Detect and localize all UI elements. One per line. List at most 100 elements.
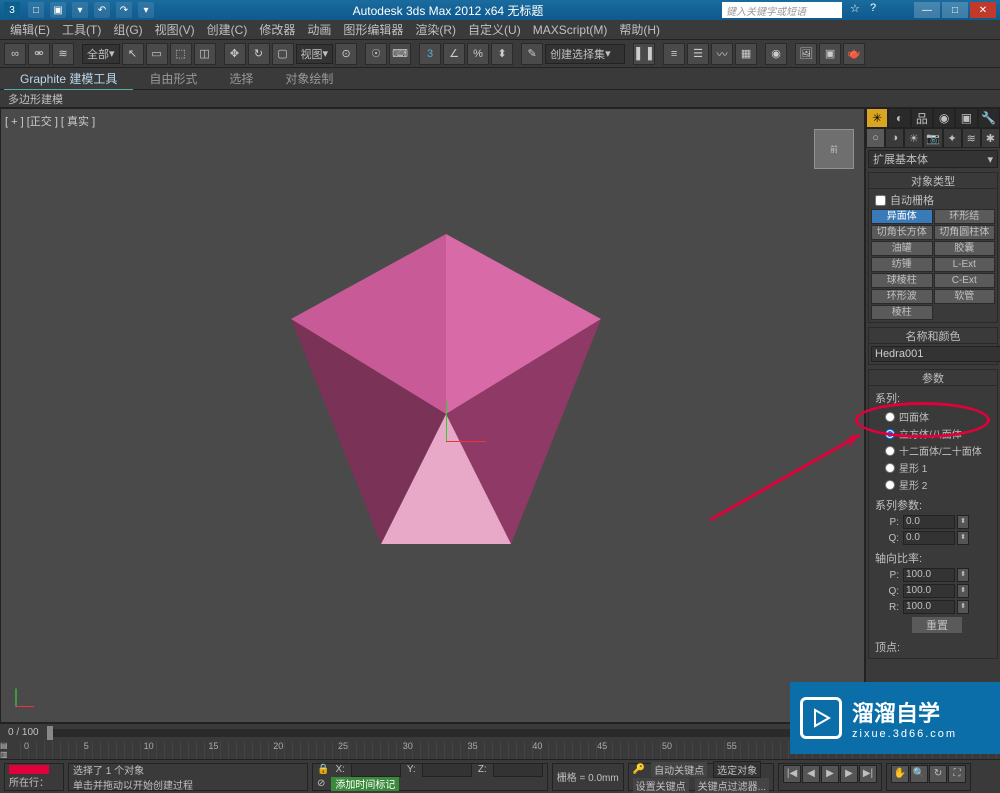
subtab-geometry-icon[interactable]: ○ (866, 128, 885, 148)
rollout-head-namecolor[interactable]: 名称和颜色 (869, 328, 997, 344)
menu-group[interactable]: 组(G) (107, 21, 148, 38)
play-icon[interactable]: ▶ (821, 765, 839, 783)
menu-customize[interactable]: 自定义(U) (462, 21, 527, 38)
rotate-icon[interactable]: ↻ (248, 43, 270, 65)
manip-icon[interactable]: ☉ (365, 43, 387, 65)
menu-rendering[interactable]: 渲染(R) (409, 21, 462, 38)
link-icon[interactable]: ∞ (4, 43, 26, 65)
nav-orbit-icon[interactable]: ↻ (929, 765, 947, 783)
nav-max-icon[interactable]: ⛶ (948, 765, 966, 783)
schematic-icon[interactable]: ▦ (735, 43, 757, 65)
menu-create[interactable]: 创建(C) (201, 21, 254, 38)
save-icon[interactable]: ▾ (72, 2, 88, 18)
tab-hierarchy-icon[interactable]: 品 (911, 108, 933, 128)
btn-gengon[interactable]: 球棱柱 (871, 273, 933, 288)
btn-hose[interactable]: 软管 (934, 289, 996, 304)
move-icon[interactable]: ✥ (224, 43, 246, 65)
btn-oiltank[interactable]: 油罐 (871, 241, 933, 256)
radio-tetra[interactable] (885, 412, 895, 422)
viewport[interactable]: [ + ] [正交 ] [ 真实 ] 前 (0, 108, 865, 723)
rq-value[interactable]: 100.0 (903, 584, 955, 598)
p-value[interactable]: 0.0 (903, 515, 955, 529)
tab-motion-icon[interactable]: ◉ (933, 108, 955, 128)
rollout-head-objtype[interactable]: 对象类型 (869, 173, 997, 189)
tab-freeform[interactable]: 自由形式 (133, 68, 213, 89)
subtab-lights-icon[interactable]: ☀ (904, 128, 923, 148)
subtab-helpers-icon[interactable]: ✦ (943, 128, 962, 148)
maximize-button[interactable]: □ (942, 2, 968, 18)
radio-cubeocta[interactable] (885, 429, 895, 439)
play-next-icon[interactable]: ▶ (840, 765, 858, 783)
nav-zoom-icon[interactable]: 🔍 (910, 765, 928, 783)
rr-value[interactable]: 100.0 (903, 600, 955, 614)
tab-create-icon[interactable]: ✳ (866, 108, 888, 128)
menu-edit[interactable]: 编辑(E) (4, 21, 56, 38)
menu-grapheditors[interactable]: 图形编辑器 (337, 21, 409, 38)
menu-views[interactable]: 视图(V) (149, 21, 201, 38)
viewport-label[interactable]: [ + ] [正交 ] [ 真实 ] (5, 113, 95, 129)
render-setup-icon[interactable]: 🖼 (795, 43, 817, 65)
help-search[interactable]: 键入关键字或短语 (722, 2, 842, 18)
z-input[interactable] (493, 763, 543, 777)
x-input[interactable] (351, 763, 401, 777)
radio-star1[interactable] (885, 463, 895, 473)
menu-maxscript[interactable]: MAXScript(M) (527, 23, 614, 37)
rq-spinner[interactable]: ⬍ (957, 584, 969, 598)
btn-lext[interactable]: L-Ext (934, 257, 996, 272)
tab-selection[interactable]: 选择 (213, 68, 269, 89)
time-thumb[interactable] (47, 726, 53, 740)
select-icon[interactable]: ↖ (122, 43, 144, 65)
q-spinner[interactable]: ⬍ (957, 531, 969, 545)
mirror-icon[interactable]: ▌▐ (633, 43, 655, 65)
rr-spinner[interactable]: ⬍ (957, 600, 969, 614)
material-icon[interactable]: ◉ (765, 43, 787, 65)
geometry-category[interactable]: 扩展基本体▾ (868, 150, 998, 168)
play-start-icon[interactable]: |◀ (783, 765, 801, 783)
help-icon[interactable]: ☆ (850, 2, 866, 18)
snap-icon[interactable]: 3 (419, 43, 441, 65)
btn-chamfercyl[interactable]: 切角圆柱体 (934, 225, 996, 240)
tab-display-icon[interactable]: ▣ (955, 108, 977, 128)
radio-star2[interactable] (885, 480, 895, 490)
autokey-button[interactable]: 自动关键点 (651, 762, 707, 777)
btn-cext[interactable]: C-Ext (934, 273, 996, 288)
layers-icon[interactable]: ☰ (687, 43, 709, 65)
open-icon[interactable]: ▣ (50, 2, 66, 18)
subtab-spacewarps-icon[interactable]: ≋ (962, 128, 981, 148)
undo-icon[interactable]: ↶ (94, 2, 110, 18)
pivot-icon[interactable]: ⊙ (335, 43, 357, 65)
reset-button[interactable]: 重置 (912, 617, 962, 633)
y-input[interactable] (422, 763, 472, 777)
addtime-button[interactable]: 添加时间标记 (331, 777, 399, 791)
tab-modify-icon[interactable]: ◐ (888, 108, 910, 128)
rp-spinner[interactable]: ⬍ (957, 568, 969, 582)
spinner-snap-icon[interactable]: ⬍ (491, 43, 513, 65)
named-sel-set[interactable]: 创建选择集 ▾ (545, 44, 625, 64)
select-name-icon[interactable]: ▭ (146, 43, 168, 65)
key-lock-icon[interactable]: 🔑 (633, 764, 645, 775)
keyfilter-button[interactable]: 关键点过滤器... (695, 778, 769, 793)
p-spinner[interactable]: ⬍ (957, 515, 969, 529)
subtab-shapes-icon[interactable]: ◑ (885, 128, 904, 148)
object-name-input[interactable] (871, 346, 1000, 362)
keyselset[interactable]: 选定对象 (713, 761, 761, 778)
track-mini1-icon[interactable]: ▤ (0, 741, 20, 750)
ref-coord[interactable]: 视图 ▾ (296, 44, 334, 64)
menu-animation[interactable]: 动画 (301, 21, 337, 38)
btn-capsule[interactable]: 胶囊 (934, 241, 996, 256)
tab-utilities-icon[interactable]: 🔧 (978, 108, 1000, 128)
redo-icon[interactable]: ↷ (116, 2, 132, 18)
radio-dodecicosa[interactable] (885, 446, 895, 456)
selection-filter[interactable]: 全部 ▾ (82, 44, 120, 64)
render-icon[interactable]: 🫖 (843, 43, 865, 65)
window-crossing-icon[interactable]: ◫ (194, 43, 216, 65)
btn-torusknot[interactable]: 环形结 (934, 209, 996, 224)
nav-pan-icon[interactable]: ✋ (891, 765, 909, 783)
btn-ringwave[interactable]: 环形波 (871, 289, 933, 304)
btn-prism[interactable]: 棱柱 (871, 305, 933, 320)
percent-snap-icon[interactable]: % (467, 43, 489, 65)
select-rect-icon[interactable]: ⬚ (170, 43, 192, 65)
align-icon[interactable]: ≡ (663, 43, 685, 65)
scale-icon[interactable]: ▢ (272, 43, 294, 65)
setkey-button[interactable]: 设置关键点 (633, 778, 689, 793)
